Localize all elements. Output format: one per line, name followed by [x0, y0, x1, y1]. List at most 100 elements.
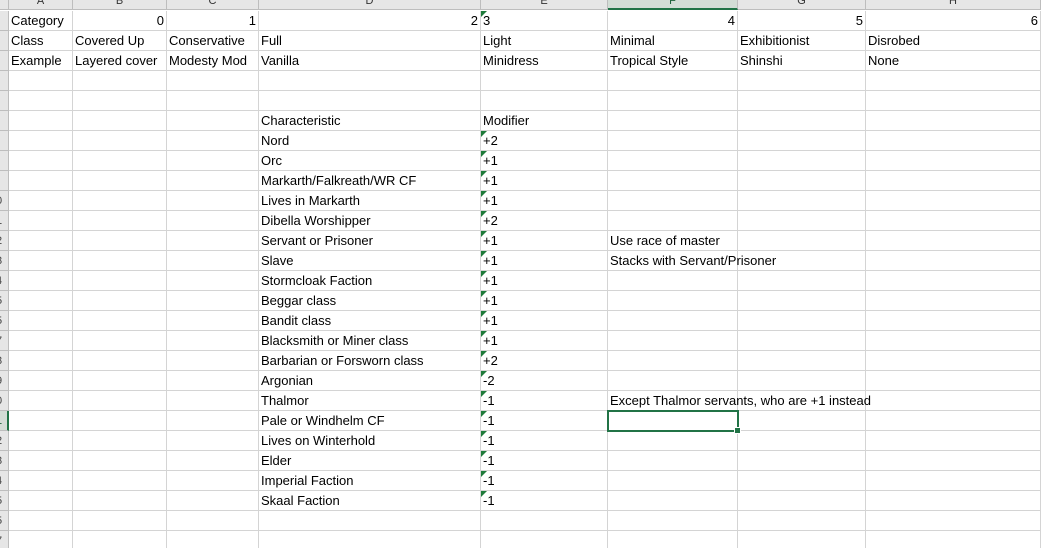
- cell-h3[interactable]: None: [866, 51, 1041, 71]
- cell-a25[interactable]: [9, 491, 73, 511]
- cell-f15[interactable]: [608, 291, 738, 311]
- cell-f9[interactable]: [608, 171, 738, 191]
- cell-c27[interactable]: [167, 531, 259, 548]
- cell-f5[interactable]: [608, 91, 738, 111]
- cell-c22[interactable]: [167, 431, 259, 451]
- cell-h13[interactable]: [866, 251, 1041, 271]
- cell-e12[interactable]: +1: [481, 231, 608, 251]
- cell-e22[interactable]: -1: [481, 431, 608, 451]
- cell-h26[interactable]: [866, 511, 1041, 531]
- cell-h25[interactable]: [866, 491, 1041, 511]
- cell-a3[interactable]: Example: [9, 51, 73, 71]
- cell-d20[interactable]: Thalmor: [259, 391, 481, 411]
- cell-f7[interactable]: [608, 131, 738, 151]
- row-header[interactable]: 4: [0, 271, 9, 291]
- cell-b1[interactable]: 0: [73, 11, 167, 31]
- cell-e1[interactable]: 3: [481, 11, 608, 31]
- cell-c16[interactable]: [167, 311, 259, 331]
- cell-c6[interactable]: [167, 111, 259, 131]
- cell-f4[interactable]: [608, 71, 738, 91]
- cell-f17[interactable]: [608, 331, 738, 351]
- cell-f25[interactable]: [608, 491, 738, 511]
- cell-f13[interactable]: Stacks with Servant/Prisoner: [608, 251, 776, 271]
- cell-c18[interactable]: [167, 351, 259, 371]
- cell-g10[interactable]: [738, 191, 866, 211]
- cell-g9[interactable]: [738, 171, 866, 191]
- cell-g23[interactable]: [738, 451, 866, 471]
- column-header-f[interactable]: F: [608, 0, 738, 10]
- cell-d17[interactable]: Blacksmith or Miner class: [259, 331, 481, 351]
- cell-a20[interactable]: [9, 391, 73, 411]
- cell-h5[interactable]: [866, 91, 1041, 111]
- cell-g15[interactable]: [738, 291, 866, 311]
- row-header[interactable]: 1: [0, 211, 9, 231]
- cell-f2[interactable]: Minimal: [608, 31, 738, 51]
- cell-h21[interactable]: [866, 411, 1041, 431]
- cell-d27[interactable]: [259, 531, 481, 548]
- cell-f1[interactable]: 4: [608, 11, 738, 31]
- cell-d24[interactable]: Imperial Faction: [259, 471, 481, 491]
- cell-d21[interactable]: Pale or Windhelm CF: [259, 411, 481, 431]
- active-cell-selection[interactable]: [607, 410, 741, 434]
- cell-f19[interactable]: [608, 371, 738, 391]
- cell-c19[interactable]: [167, 371, 259, 391]
- cell-f27[interactable]: [608, 531, 738, 548]
- cell-d9[interactable]: Markarth/Falkreath/WR CF: [259, 171, 481, 191]
- cell-e24[interactable]: -1: [481, 471, 608, 491]
- cell-h16[interactable]: [866, 311, 1041, 331]
- cell-b8[interactable]: [73, 151, 167, 171]
- cell-f16[interactable]: [608, 311, 738, 331]
- cell-b3[interactable]: Layered cover: [73, 51, 167, 71]
- cell-c2[interactable]: Conservative: [167, 31, 259, 51]
- cell-e11[interactable]: +2: [481, 211, 608, 231]
- row-header[interactable]: 7: [0, 531, 9, 548]
- cell-e13[interactable]: +1: [481, 251, 608, 271]
- cell-d11[interactable]: Dibella Worshipper: [259, 211, 481, 231]
- cell-b12[interactable]: [73, 231, 167, 251]
- cell-g3[interactable]: Shinshi: [738, 51, 866, 71]
- cell-d19[interactable]: Argonian: [259, 371, 481, 391]
- row-header[interactable]: 9: [0, 371, 9, 391]
- cell-c25[interactable]: [167, 491, 259, 511]
- cell-d4[interactable]: [259, 71, 481, 91]
- cell-e5[interactable]: [481, 91, 608, 111]
- cell-g18[interactable]: [738, 351, 866, 371]
- column-header-e[interactable]: E: [481, 0, 608, 10]
- row-header[interactable]: [0, 11, 9, 31]
- cell-g16[interactable]: [738, 311, 866, 331]
- cell-e27[interactable]: [481, 531, 608, 548]
- cell-e14[interactable]: +1: [481, 271, 608, 291]
- row-header[interactable]: [0, 151, 9, 171]
- cell-a13[interactable]: [9, 251, 73, 271]
- cell-e25[interactable]: -1: [481, 491, 608, 511]
- cell-c8[interactable]: [167, 151, 259, 171]
- cell-c13[interactable]: [167, 251, 259, 271]
- cell-c3[interactable]: Modesty Mod: [167, 51, 259, 71]
- cell-g26[interactable]: [738, 511, 866, 531]
- cell-h20[interactable]: [866, 391, 1041, 411]
- cell-e10[interactable]: +1: [481, 191, 608, 211]
- cell-c11[interactable]: [167, 211, 259, 231]
- cell-b5[interactable]: [73, 91, 167, 111]
- cell-f8[interactable]: [608, 151, 738, 171]
- cell-b11[interactable]: [73, 211, 167, 231]
- cell-h10[interactable]: [866, 191, 1041, 211]
- cell-f23[interactable]: [608, 451, 738, 471]
- cell-h15[interactable]: [866, 291, 1041, 311]
- row-header[interactable]: 2: [0, 231, 9, 251]
- cell-b27[interactable]: [73, 531, 167, 548]
- cell-g22[interactable]: [738, 431, 866, 451]
- cell-a2[interactable]: Class: [9, 31, 73, 51]
- cell-c5[interactable]: [167, 91, 259, 111]
- cell-c26[interactable]: [167, 511, 259, 531]
- cell-g19[interactable]: [738, 371, 866, 391]
- cell-b18[interactable]: [73, 351, 167, 371]
- cell-f20[interactable]: Except Thalmor servants, who are +1 inst…: [608, 391, 871, 411]
- cell-h7[interactable]: [866, 131, 1041, 151]
- cell-a14[interactable]: [9, 271, 73, 291]
- cell-b7[interactable]: [73, 131, 167, 151]
- column-header-d[interactable]: D: [259, 0, 481, 10]
- cell-h23[interactable]: [866, 451, 1041, 471]
- cell-d23[interactable]: Elder: [259, 451, 481, 471]
- cell-e15[interactable]: +1: [481, 291, 608, 311]
